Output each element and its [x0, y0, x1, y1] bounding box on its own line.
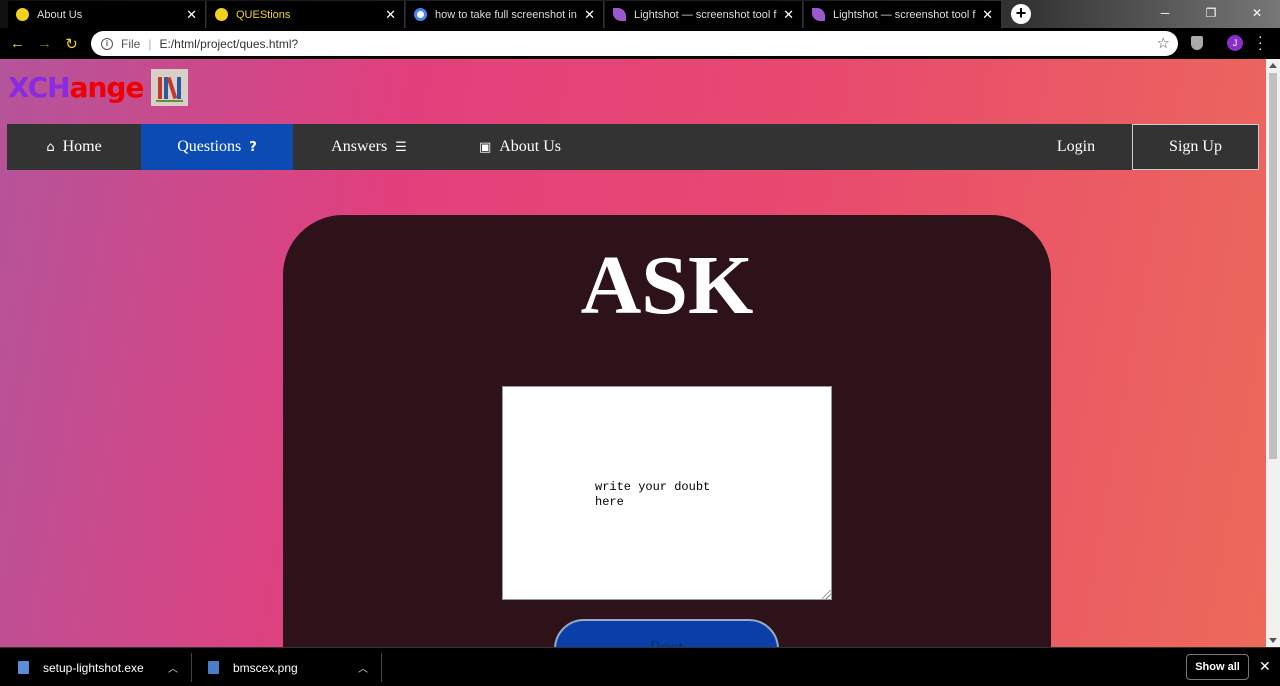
doubt-textarea[interactable]: write your doubt here [502, 386, 832, 600]
download-filename: setup-lightshot.exe [43, 660, 144, 675]
close-icon[interactable]: ✕ [783, 7, 794, 23]
address-bar[interactable]: i File | E:/html/project/ques.html? ☆ [91, 31, 1178, 56]
menu-kebab-icon[interactable]: · · · [1258, 29, 1263, 55]
post-button[interactable]: Post [554, 619, 779, 647]
page-scrollbar[interactable] [1266, 59, 1280, 647]
nav-signup-label: Sign Up [1169, 138, 1222, 155]
page-viewport: XCHange ⌂ Home Questions ? Answers ☰ ▣ A… [0, 59, 1266, 647]
new-tab-button[interactable]: + [1011, 4, 1031, 24]
tab-google-search[interactable]: how to take full screenshot in wir ✕ [406, 1, 604, 28]
tab-title: About Us [37, 8, 83, 21]
chevron-up-icon[interactable]: ︿ [358, 660, 368, 675]
google-icon [414, 8, 427, 21]
ask-heading: ASK [580, 239, 754, 332]
profile-avatar[interactable]: J [1227, 35, 1243, 51]
nav-home[interactable]: ⌂ Home [7, 124, 141, 170]
chevron-up-icon[interactable]: ︿ [168, 660, 178, 675]
info-icon[interactable]: i [101, 37, 113, 50]
textarea-placeholder: write your doubt here [595, 480, 711, 509]
close-shelf-icon[interactable]: ✕ [1259, 658, 1271, 675]
nav-signup[interactable]: Sign Up [1132, 124, 1259, 170]
site-navbar: ⌂ Home Questions ? Answers ☰ ▣ About Us … [7, 124, 1259, 170]
address-book-icon: ▣ [478, 139, 492, 155]
resize-grip-icon[interactable] [822, 590, 831, 599]
nav-answers-label: Answers [331, 138, 388, 155]
nav-questions-label: Questions [177, 138, 242, 155]
scroll-up-icon[interactable] [1269, 63, 1277, 68]
scroll-down-icon[interactable] [1269, 638, 1277, 643]
close-icon[interactable]: ✕ [385, 7, 396, 23]
nav-questions[interactable]: Questions ? [141, 124, 293, 170]
scrollbar-thumb[interactable] [1269, 73, 1277, 459]
bookmark-star-icon[interactable]: ☆ [1157, 34, 1170, 52]
nav-about[interactable]: ▣ About Us [445, 124, 595, 170]
nav-login-label: Login [1056, 138, 1096, 155]
extension-shield-icon[interactable] [1191, 36, 1203, 50]
show-all-button[interactable]: Show all [1186, 654, 1249, 680]
restore-icon[interactable]: ❐ [1188, 0, 1234, 28]
minimize-icon[interactable]: ─ [1142, 0, 1188, 28]
window-close-icon[interactable]: ✕ [1234, 0, 1280, 28]
divider [191, 653, 192, 682]
tab-strip: About Us ✕ QUEStions ✕ how to take full … [0, 0, 1280, 28]
tab-about-us[interactable]: About Us ✕ [8, 1, 206, 28]
tab-questions[interactable]: QUEStions ✕ [207, 1, 405, 28]
back-icon[interactable]: ← [4, 35, 31, 52]
question-icon: ? [249, 139, 257, 155]
tab-lightshot-2[interactable]: Lightshot — screenshot tool for I ✕ [804, 1, 1002, 28]
tab-title: Lightshot — screenshot tool for I [833, 8, 977, 21]
globe-icon [215, 8, 228, 21]
nav-login[interactable]: Login [1025, 124, 1127, 170]
tab-title: QUEStions [236, 8, 291, 21]
site-logo[interactable]: XCHange [8, 68, 189, 106]
nav-about-label: About Us [499, 138, 562, 155]
png-file-icon [208, 661, 219, 674]
scheme-label: File [121, 36, 141, 51]
home-icon: ⌂ [46, 139, 55, 155]
close-icon[interactable]: ✕ [186, 7, 197, 23]
nav-answers[interactable]: Answers ☰ [293, 124, 445, 170]
browser-toolbar: ← → ↻ i File | E:/html/project/ques.html… [0, 28, 1280, 59]
exe-file-icon [18, 661, 29, 674]
list-icon: ☰ [395, 139, 407, 155]
feather-icon [613, 8, 626, 21]
download-filename: bmscex.png [233, 660, 298, 675]
download-item[interactable]: bmscex.png ︿ [208, 648, 378, 686]
download-shelf: setup-lightshot.exe ︿ bmscex.png ︿ Show … [0, 647, 1280, 686]
tab-lightshot-1[interactable]: Lightshot — screenshot tool for I ✕ [605, 1, 803, 28]
forward-icon[interactable]: → [31, 35, 58, 52]
divider [381, 653, 382, 682]
logo-wordmark: XCHange [8, 70, 144, 104]
globe-icon [16, 8, 29, 21]
books-icon [151, 68, 189, 106]
reload-icon[interactable]: ↻ [58, 35, 85, 53]
feather-icon [812, 8, 825, 21]
window-controls: ─ ❐ ✕ [1142, 0, 1280, 28]
ask-card: ASK write your doubt here Post [283, 215, 1051, 647]
tab-title: how to take full screenshot in wir [435, 8, 579, 21]
url-text[interactable]: E:/html/project/ques.html? [159, 37, 298, 51]
nav-home-label: Home [62, 138, 102, 155]
close-icon[interactable]: ✕ [982, 7, 993, 23]
close-icon[interactable]: ✕ [584, 7, 595, 23]
divider: | [148, 36, 152, 51]
tab-title: Lightshot — screenshot tool for I [634, 8, 778, 21]
download-item[interactable]: setup-lightshot.exe ︿ [18, 648, 188, 686]
